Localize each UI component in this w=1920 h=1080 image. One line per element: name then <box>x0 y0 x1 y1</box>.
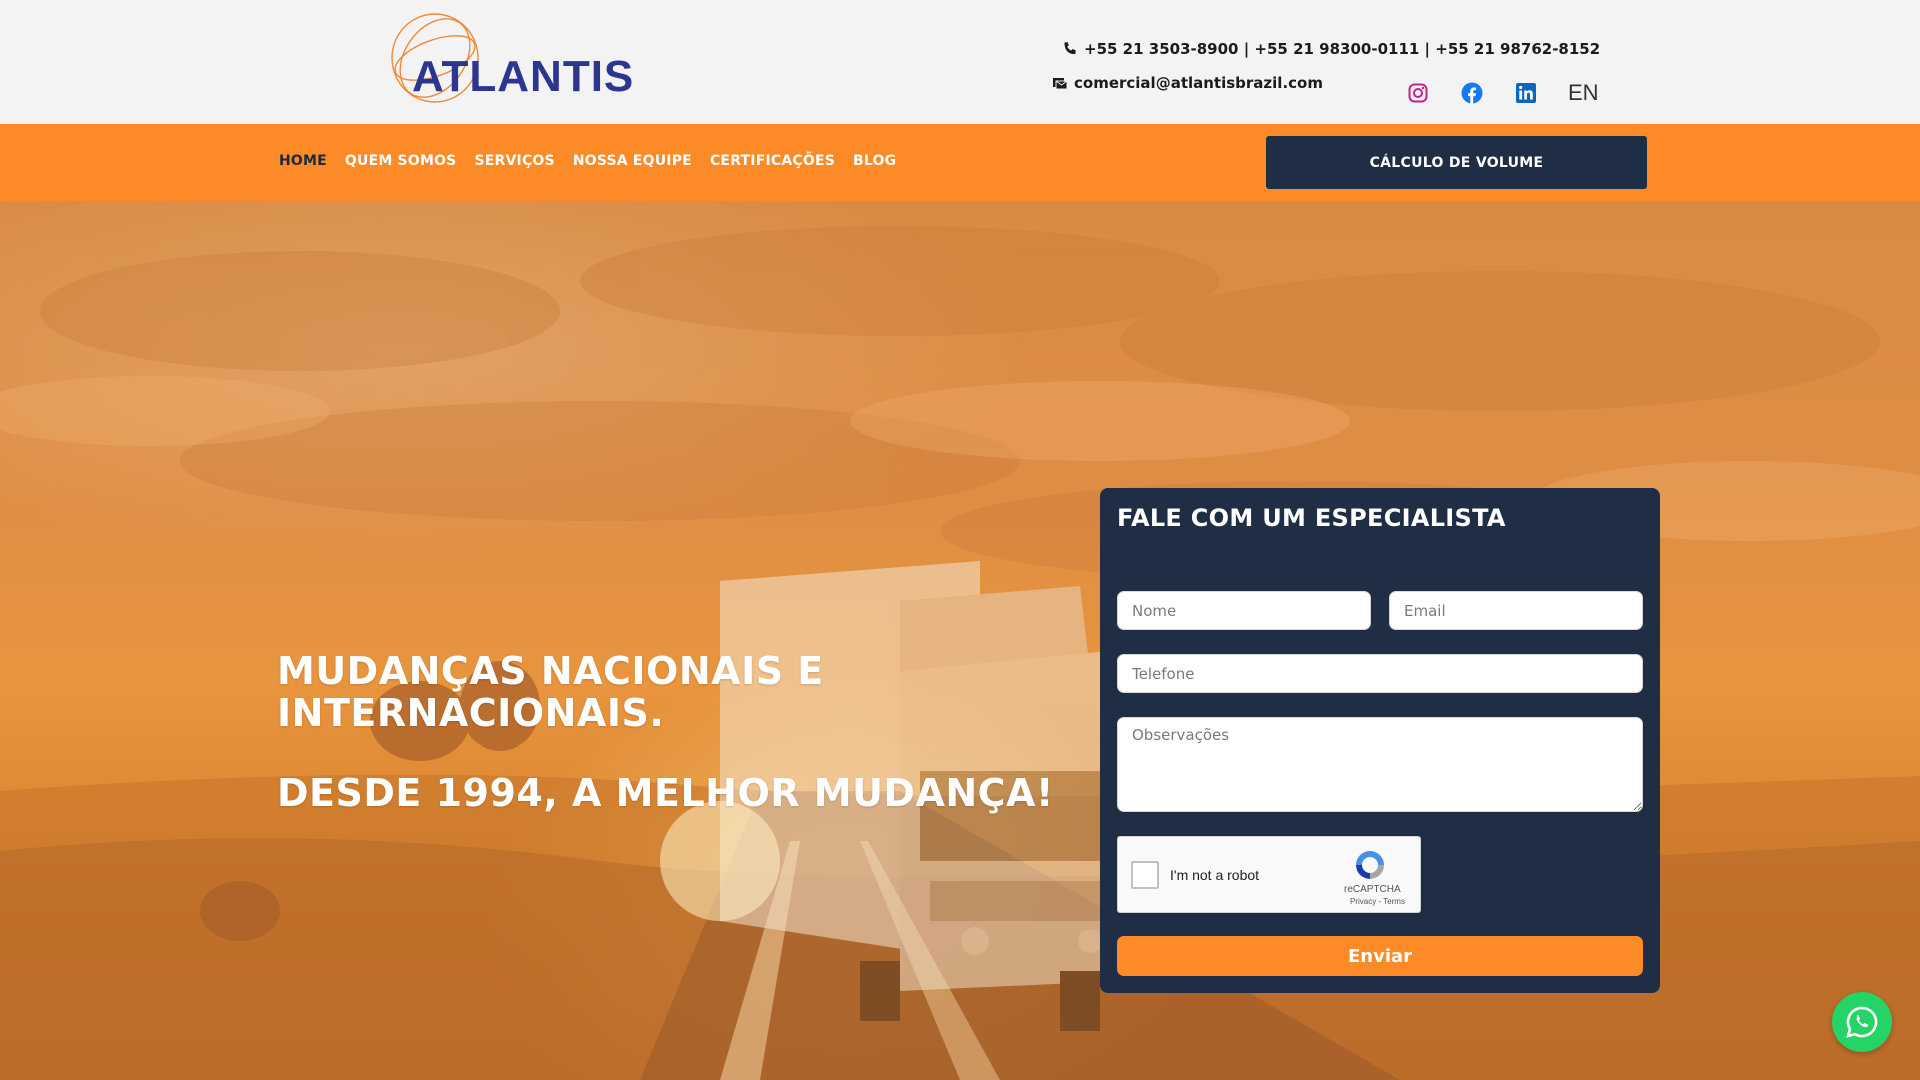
nome-input[interactable] <box>1117 591 1371 630</box>
email-contact[interactable]: comercial@atlantisbrazil.com <box>1052 74 1323 92</box>
recaptcha-links[interactable]: Privacy - Terms <box>1350 897 1405 906</box>
language-switch[interactable]: EN <box>1568 80 1599 106</box>
hero-line-3: DESDE 1994, A MELHOR MUDANÇA! <box>277 771 1054 815</box>
recaptcha-checkbox[interactable] <box>1131 861 1159 889</box>
email-text: comercial@atlantisbrazil.com <box>1074 74 1323 92</box>
email-input[interactable] <box>1389 591 1643 630</box>
email-icon <box>1053 78 1068 90</box>
instagram-icon[interactable] <box>1406 81 1430 105</box>
nav-menu: HOME QUEM SOMOS SERVIÇOS NOSSA EQUIPE CE… <box>279 153 896 169</box>
social-links: EN <box>1406 80 1599 106</box>
atlantis-logo[interactable]: ATLANTIS <box>390 12 633 104</box>
hero-line-1: MUDANÇAS NACIONAIS E <box>277 649 824 693</box>
top-bar: ATLANTIS +55 21 3503-8900 | +55 21 98300… <box>0 0 1920 124</box>
nav-item-certificacoes[interactable]: CERTIFICAÇÕES <box>710 153 835 169</box>
form-title: FALE COM UM ESPECIALISTA <box>1117 504 1506 532</box>
recaptcha-widget: I'm not a robot reCAPTCHA Privacy - Term… <box>1117 836 1421 913</box>
main-navigation: HOME QUEM SOMOS SERVIÇOS NOSSA EQUIPE CE… <box>0 124 1920 201</box>
phone-text: +55 21 3503-8900 | +55 21 98300-0111 | +… <box>1084 40 1601 58</box>
telefone-input[interactable] <box>1117 654 1643 693</box>
enviar-button[interactable]: Enviar <box>1117 936 1643 976</box>
calculo-volume-button[interactable]: CÁLCULO DE VOLUME <box>1266 136 1647 189</box>
hero-section: MUDANÇAS NACIONAIS E INTERNACIONAIS. DES… <box>0 201 1920 1080</box>
nav-item-servicos[interactable]: SERVIÇOS <box>474 153 554 169</box>
contact-form: FALE COM UM ESPECIALISTA I'm not a robot… <box>1100 488 1660 993</box>
whatsapp-icon <box>1846 1006 1878 1038</box>
recaptcha-label: I'm not a robot <box>1170 867 1260 883</box>
nav-item-nossa-equipe[interactable]: NOSSA EQUIPE <box>573 153 692 169</box>
phone-numbers[interactable]: +55 21 3503-8900 | +55 21 98300-0111 | +… <box>1062 40 1600 58</box>
hero-line-2: INTERNACIONAIS. <box>277 691 665 735</box>
whatsapp-button[interactable] <box>1832 992 1892 1052</box>
recaptcha-icon <box>1356 851 1384 879</box>
phone-icon <box>1064 42 1076 55</box>
linkedin-icon[interactable] <box>1514 81 1538 105</box>
recaptcha-brand: reCAPTCHA <box>1344 884 1401 895</box>
nav-item-blog[interactable]: BLOG <box>853 153 896 169</box>
logo-text: ATLANTIS <box>412 52 635 101</box>
nav-item-home[interactable]: HOME <box>279 153 327 169</box>
observacoes-textarea[interactable] <box>1117 717 1643 812</box>
facebook-icon[interactable] <box>1460 81 1484 105</box>
nav-item-quem-somos[interactable]: QUEM SOMOS <box>345 153 457 169</box>
hero-headline: MUDANÇAS NACIONAIS E INTERNACIONAIS. DES… <box>277 650 1054 814</box>
